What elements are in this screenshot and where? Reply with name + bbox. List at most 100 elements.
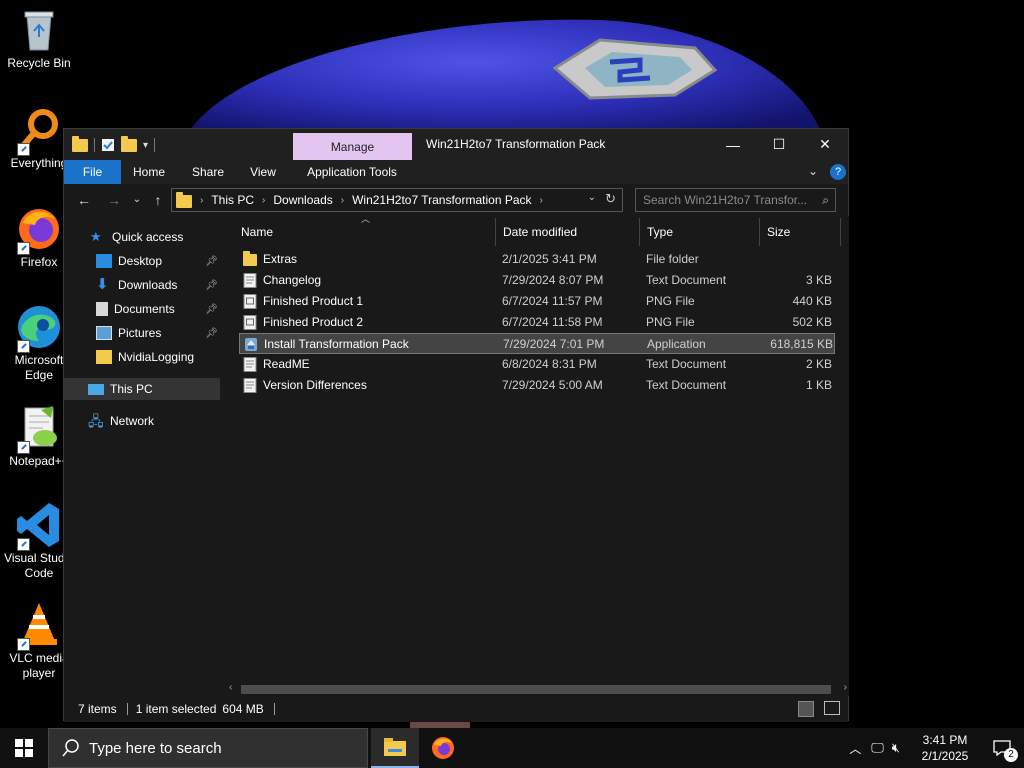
desktop-icon bbox=[96, 254, 112, 268]
back-arrow-icon[interactable]: ← bbox=[74, 191, 94, 209]
separator bbox=[154, 138, 156, 152]
windows-logo-icon bbox=[15, 739, 33, 757]
file-size bbox=[759, 249, 832, 270]
firefox-icon bbox=[15, 205, 63, 255]
file-size: 618,815 KB bbox=[770, 337, 833, 351]
tab-share[interactable]: Share bbox=[184, 160, 232, 184]
file-row-finished-product-2[interactable]: Finished Product 2 6/7/2024 11:58 PM PNG… bbox=[239, 312, 835, 333]
close-button[interactable]: ✕ bbox=[802, 129, 848, 160]
pin-icon[interactable]: 📌︎ bbox=[205, 256, 218, 267]
recent-locations-chevron-icon[interactable]: ⌄ bbox=[127, 191, 147, 209]
file-date: 7/29/2024 5:00 AM bbox=[502, 378, 603, 392]
address-bar[interactable]: › This PC › Downloads › Win21H2to7 Trans… bbox=[171, 188, 623, 212]
file-name: ReadME bbox=[263, 357, 310, 371]
tab-application-tools[interactable]: Application Tools bbox=[295, 160, 409, 184]
separator bbox=[273, 703, 275, 715]
scroll-left-arrow-icon[interactable]: ‹ bbox=[229, 682, 232, 693]
search-icon bbox=[62, 739, 79, 757]
search-input[interactable]: Search Win21H2to7 Transfor... ⌕ bbox=[635, 188, 836, 212]
breadcrumb-separator-icon[interactable]: › bbox=[200, 195, 203, 206]
large-icons-view-icon[interactable] bbox=[824, 701, 840, 715]
search-placeholder: Search Win21H2to7 Transfor... bbox=[643, 193, 808, 207]
maximize-button[interactable]: ☐ bbox=[756, 129, 802, 160]
file-type: Application bbox=[647, 337, 706, 351]
column-header-name[interactable]: Name bbox=[235, 218, 496, 246]
file-row-finished-product-1[interactable]: Finished Product 1 6/7/2024 11:57 PM PNG… bbox=[239, 291, 835, 312]
file-list-pane[interactable]: ︿ Name Date modified Type Size Extras 2/… bbox=[221, 214, 849, 696]
file-explorer-window[interactable]: ▾ Manage Win21H2to7 Transformation Pack … bbox=[63, 128, 849, 722]
clock[interactable]: 3:41 PM 2/1/2025 bbox=[910, 732, 980, 764]
scrollbar-thumb[interactable] bbox=[241, 685, 831, 694]
navigation-pane[interactable]: ★ Quick access Desktop 📌︎ ⬇ Downloads 📌︎… bbox=[64, 216, 220, 696]
title-bar[interactable]: ▾ Manage Win21H2to7 Transformation Pack … bbox=[64, 129, 848, 160]
column-header-size[interactable]: Size bbox=[761, 218, 841, 246]
breadcrumb-separator-icon[interactable]: › bbox=[341, 195, 344, 206]
file-name: Finished Product 1 bbox=[263, 294, 364, 308]
new-folder-icon[interactable] bbox=[121, 135, 137, 152]
pin-icon[interactable]: 📌︎ bbox=[205, 280, 218, 291]
horizontal-scrollbar[interactable]: ‹ › bbox=[227, 682, 849, 696]
refresh-icon[interactable]: ↻ bbox=[605, 191, 616, 207]
properties-checkmark-icon[interactable] bbox=[101, 138, 115, 152]
nav-item-this-pc[interactable]: This PC bbox=[64, 378, 220, 400]
file-type: File folder bbox=[646, 252, 699, 266]
nav-label: This PC bbox=[110, 382, 153, 396]
nav-item-pictures[interactable]: Pictures 📌︎ bbox=[64, 322, 220, 344]
nav-item-desktop[interactable]: Desktop 📌︎ bbox=[64, 250, 220, 272]
breadcrumb-this-pc[interactable]: This PC bbox=[211, 193, 254, 207]
nav-item-network[interactable]: 🖧︎ Network bbox=[64, 410, 220, 432]
pin-icon[interactable]: 📌︎ bbox=[205, 328, 218, 339]
column-header-type[interactable]: Type bbox=[641, 218, 760, 246]
file-size: 502 KB bbox=[792, 315, 832, 329]
minimize-button[interactable]: — bbox=[710, 129, 756, 160]
file-date: 6/7/2024 11:58 PM bbox=[502, 315, 603, 329]
nav-label: Pictures bbox=[118, 326, 162, 340]
folder-icon bbox=[243, 251, 257, 266]
expand-ribbon-chevron-icon[interactable]: ⌄ bbox=[808, 164, 818, 178]
desktop-icon-recycle-bin[interactable]: Recycle Bin bbox=[2, 6, 76, 71]
tab-home[interactable]: Home bbox=[124, 160, 174, 184]
manage-contextual-tab[interactable]: Manage bbox=[293, 133, 412, 160]
help-icon[interactable]: ? bbox=[830, 164, 846, 180]
nav-label: NvidiaLogging bbox=[118, 350, 195, 364]
file-row-readme[interactable]: ReadME 6/8/2024 8:31 PM Text Document 2 … bbox=[239, 354, 835, 375]
separator bbox=[94, 138, 95, 152]
column-header-date-modified[interactable]: Date modified bbox=[497, 218, 640, 246]
file-name: Extras bbox=[263, 252, 298, 266]
breadcrumb-separator-icon[interactable]: › bbox=[540, 195, 543, 206]
file-row-extras[interactable]: Extras 2/1/2025 3:41 PM File folder bbox=[239, 249, 835, 270]
nav-item-nvidialogging[interactable]: NvidiaLogging bbox=[64, 346, 220, 368]
start-button[interactable] bbox=[0, 728, 48, 768]
scroll-right-arrow-icon[interactable]: › bbox=[844, 682, 847, 693]
show-hidden-icons-chevron-icon[interactable]: ︿ bbox=[849, 740, 861, 757]
address-dropdown-chevron-icon[interactable]: ⌄ bbox=[588, 192, 596, 203]
taskbar-firefox[interactable] bbox=[419, 728, 467, 768]
taskbar-file-explorer[interactable] bbox=[371, 728, 419, 768]
edge-icon bbox=[15, 303, 63, 353]
nav-item-downloads[interactable]: ⬇ Downloads 📌︎ bbox=[64, 274, 220, 296]
system-tray: ︿ 🖵︎ 🔇︎ 3:41 PM 2/1/2025 2 bbox=[849, 728, 1024, 768]
breadcrumb-downloads[interactable]: Downloads bbox=[273, 193, 332, 207]
details-view-icon[interactable] bbox=[798, 701, 814, 717]
file-row-version-differences[interactable]: Version Differences 7/29/2024 5:00 AM Te… bbox=[239, 375, 835, 396]
up-arrow-icon[interactable]: ↑ bbox=[148, 191, 168, 209]
breadcrumb-current-folder[interactable]: Win21H2to7 Transformation Pack bbox=[352, 193, 531, 207]
network-status-icon[interactable]: 🖵︎ bbox=[871, 740, 884, 756]
pin-icon[interactable]: 📌︎ bbox=[205, 304, 218, 315]
customize-toolbar-chevron-icon[interactable]: ▾ bbox=[143, 140, 148, 151]
clock-date: 2/1/2025 bbox=[921, 749, 969, 763]
shortcut-arrow-icon bbox=[17, 143, 30, 156]
file-row-changelog[interactable]: Changelog 7/29/2024 8:07 PM Text Documen… bbox=[239, 270, 835, 291]
tab-file[interactable]: File bbox=[64, 160, 121, 184]
action-center-button[interactable]: 2 bbox=[980, 728, 1024, 768]
desktop-icon-label: Recycle Bin bbox=[7, 56, 71, 70]
nav-item-documents[interactable]: Documents 📌︎ bbox=[64, 298, 220, 320]
breadcrumb-separator-icon[interactable]: › bbox=[262, 195, 265, 206]
taskbar-search-box[interactable]: Type here to search bbox=[48, 728, 368, 768]
tab-view[interactable]: View bbox=[240, 160, 286, 184]
file-row-install-transformation-pack[interactable]: Install Transformation Pack 7/29/2024 7:… bbox=[239, 333, 835, 354]
nav-item-quick-access[interactable]: ★ Quick access bbox=[64, 226, 220, 248]
file-type: Text Document bbox=[646, 357, 727, 371]
volume-muted-icon[interactable]: 🔇︎ bbox=[892, 740, 900, 756]
forward-arrow-icon[interactable]: → bbox=[104, 191, 124, 209]
